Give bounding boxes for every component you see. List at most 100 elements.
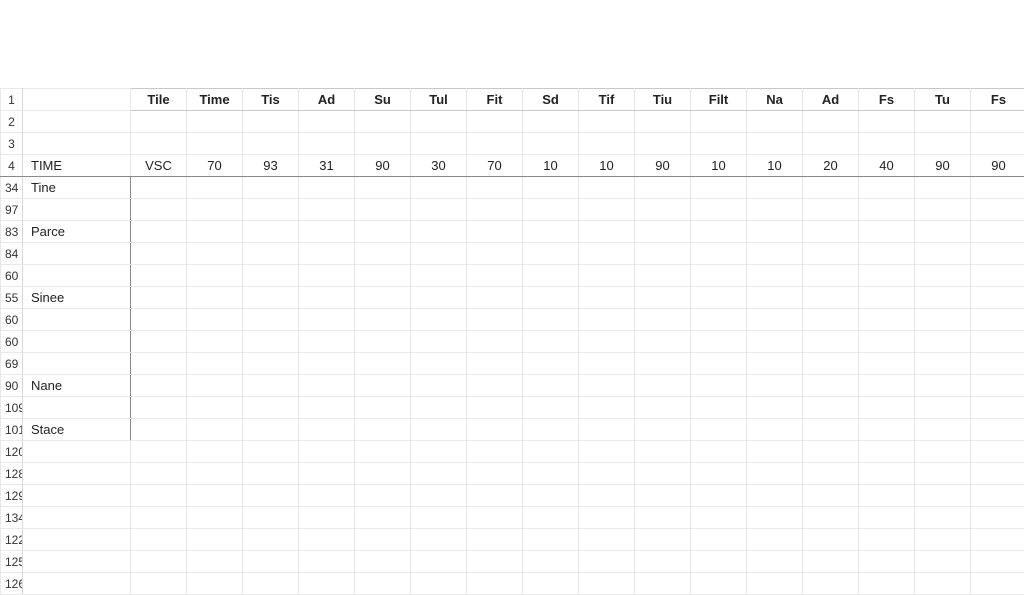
cell[interactable] xyxy=(299,133,355,155)
cell[interactable] xyxy=(803,309,859,331)
cell[interactable] xyxy=(859,507,915,529)
cell[interactable] xyxy=(523,375,579,397)
cell[interactable] xyxy=(747,243,803,265)
cell[interactable] xyxy=(971,265,1024,287)
cell[interactable]: 20 xyxy=(803,155,859,177)
cell[interactable] xyxy=(691,243,747,265)
cell[interactable] xyxy=(355,529,411,551)
cell[interactable] xyxy=(915,463,971,485)
cell[interactable] xyxy=(635,441,691,463)
cell[interactable] xyxy=(523,507,579,529)
cell[interactable] xyxy=(635,133,691,155)
cell[interactable] xyxy=(411,397,467,419)
row-label[interactable]: Stace xyxy=(23,419,131,441)
column-header[interactable]: Ad xyxy=(299,89,355,111)
cell[interactable]: 40 xyxy=(859,155,915,177)
cell[interactable] xyxy=(579,287,635,309)
cell[interactable] xyxy=(523,177,579,199)
cell[interactable] xyxy=(915,397,971,419)
cell[interactable] xyxy=(299,419,355,441)
cell[interactable] xyxy=(859,353,915,375)
cell[interactable] xyxy=(187,375,243,397)
cell[interactable] xyxy=(355,331,411,353)
row-number[interactable]: 2 xyxy=(1,111,23,133)
cell[interactable] xyxy=(131,573,187,595)
row-number[interactable]: 125 xyxy=(1,551,23,573)
cell[interactable] xyxy=(411,265,467,287)
cell[interactable] xyxy=(243,265,299,287)
cell[interactable] xyxy=(523,243,579,265)
cell[interactable] xyxy=(299,111,355,133)
cell[interactable] xyxy=(411,463,467,485)
cell[interactable] xyxy=(355,287,411,309)
cell[interactable] xyxy=(971,463,1024,485)
cell[interactable] xyxy=(411,331,467,353)
row-label[interactable] xyxy=(23,309,131,331)
cell[interactable] xyxy=(691,221,747,243)
cell[interactable] xyxy=(299,309,355,331)
cell[interactable] xyxy=(635,331,691,353)
cell[interactable] xyxy=(523,287,579,309)
cell[interactable] xyxy=(803,111,859,133)
row-label[interactable] xyxy=(23,265,131,287)
cell[interactable] xyxy=(187,287,243,309)
cell[interactable] xyxy=(467,463,523,485)
cell[interactable] xyxy=(467,573,523,595)
cell[interactable] xyxy=(131,419,187,441)
cell[interactable] xyxy=(187,265,243,287)
row-label[interactable] xyxy=(23,507,131,529)
row-number[interactable]: 97 xyxy=(1,199,23,221)
cell[interactable] xyxy=(187,419,243,441)
cell[interactable] xyxy=(299,529,355,551)
cell[interactable] xyxy=(579,199,635,221)
cell[interactable] xyxy=(355,199,411,221)
row-number[interactable]: 69 xyxy=(1,353,23,375)
cell[interactable]: 10 xyxy=(691,155,747,177)
cell[interactable] xyxy=(467,111,523,133)
cell[interactable] xyxy=(747,551,803,573)
cell[interactable] xyxy=(635,265,691,287)
cell[interactable] xyxy=(243,287,299,309)
cell[interactable] xyxy=(803,331,859,353)
cell[interactable] xyxy=(915,133,971,155)
cell[interactable] xyxy=(131,287,187,309)
cell[interactable] xyxy=(131,375,187,397)
cell[interactable]: 70 xyxy=(467,155,523,177)
cell[interactable] xyxy=(635,397,691,419)
cell[interactable] xyxy=(635,309,691,331)
cell[interactable] xyxy=(411,309,467,331)
cell[interactable] xyxy=(691,177,747,199)
cell[interactable] xyxy=(915,111,971,133)
cell[interactable] xyxy=(243,573,299,595)
cell[interactable] xyxy=(971,111,1024,133)
cell[interactable] xyxy=(355,419,411,441)
cell[interactable] xyxy=(579,507,635,529)
cell[interactable] xyxy=(243,507,299,529)
cell[interactable] xyxy=(859,463,915,485)
cell[interactable] xyxy=(467,485,523,507)
cell[interactable] xyxy=(971,199,1024,221)
cell[interactable] xyxy=(579,243,635,265)
cell[interactable] xyxy=(299,485,355,507)
cell[interactable] xyxy=(355,221,411,243)
cell[interactable] xyxy=(803,419,859,441)
cell[interactable] xyxy=(971,243,1024,265)
cell[interactable] xyxy=(467,507,523,529)
row-label[interactable]: Parce xyxy=(23,221,131,243)
cell[interactable] xyxy=(691,441,747,463)
cell[interactable] xyxy=(635,287,691,309)
cell[interactable] xyxy=(691,375,747,397)
cell[interactable] xyxy=(411,507,467,529)
cell[interactable] xyxy=(803,177,859,199)
cell[interactable] xyxy=(859,309,915,331)
cell[interactable] xyxy=(971,441,1024,463)
cell[interactable] xyxy=(355,133,411,155)
cell[interactable] xyxy=(523,551,579,573)
cell[interactable] xyxy=(747,507,803,529)
cell[interactable] xyxy=(131,265,187,287)
cell[interactable] xyxy=(915,419,971,441)
cell[interactable] xyxy=(411,419,467,441)
cell[interactable] xyxy=(243,309,299,331)
cell[interactable] xyxy=(299,573,355,595)
cell[interactable] xyxy=(971,485,1024,507)
